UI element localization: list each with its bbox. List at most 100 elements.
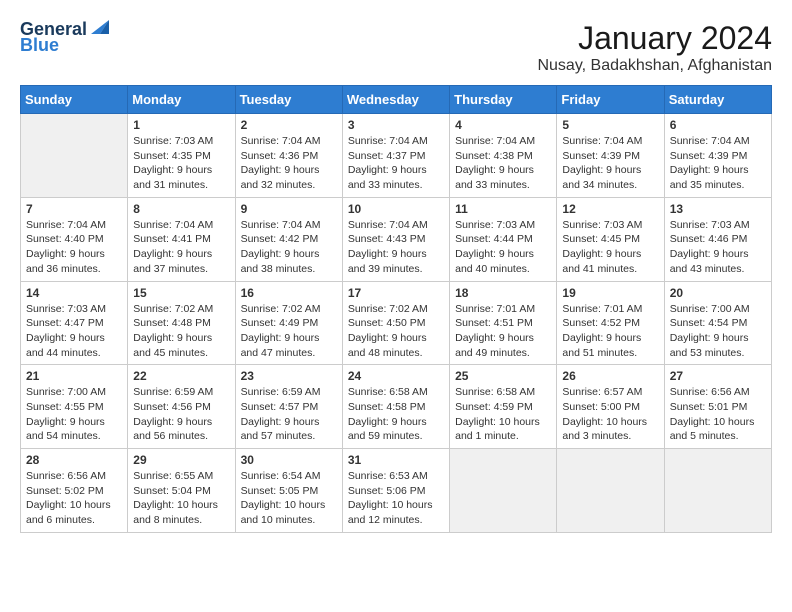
cell-info: Sunrise: 7:04 AM Sunset: 4:42 PM Dayligh…	[241, 218, 337, 277]
cell-sunset: Sunset: 5:00 PM	[562, 400, 658, 415]
calendar-cell: 8 Sunrise: 7:04 AM Sunset: 4:41 PM Dayli…	[128, 197, 235, 281]
cell-daylight: Daylight: 9 hours and 33 minutes.	[455, 163, 551, 192]
calendar-cell: 16 Sunrise: 7:02 AM Sunset: 4:49 PM Dayl…	[235, 281, 342, 365]
calendar-cell: 25 Sunrise: 6:58 AM Sunset: 4:59 PM Dayl…	[450, 365, 557, 449]
cell-info: Sunrise: 6:59 AM Sunset: 4:57 PM Dayligh…	[241, 385, 337, 444]
calendar-cell	[557, 449, 664, 533]
cell-sunrise: Sunrise: 7:01 AM	[562, 302, 658, 317]
cell-daylight: Daylight: 9 hours and 44 minutes.	[26, 331, 122, 360]
calendar-cell: 9 Sunrise: 7:04 AM Sunset: 4:42 PM Dayli…	[235, 197, 342, 281]
cell-info: Sunrise: 7:04 AM Sunset: 4:39 PM Dayligh…	[670, 134, 766, 193]
cell-sunset: Sunset: 4:36 PM	[241, 149, 337, 164]
cell-info: Sunrise: 7:03 AM Sunset: 4:44 PM Dayligh…	[455, 218, 551, 277]
cell-daylight: Daylight: 9 hours and 43 minutes.	[670, 247, 766, 276]
cell-date: 28	[26, 453, 122, 467]
day-header-wednesday: Wednesday	[342, 86, 449, 114]
calendar-week-row: 21 Sunrise: 7:00 AM Sunset: 4:55 PM Dayl…	[21, 365, 772, 449]
cell-sunrise: Sunrise: 7:04 AM	[26, 218, 122, 233]
day-header-monday: Monday	[128, 86, 235, 114]
cell-info: Sunrise: 7:04 AM Sunset: 4:40 PM Dayligh…	[26, 218, 122, 277]
cell-sunset: Sunset: 4:42 PM	[241, 232, 337, 247]
calendar-cell: 31 Sunrise: 6:53 AM Sunset: 5:06 PM Dayl…	[342, 449, 449, 533]
cell-info: Sunrise: 7:04 AM Sunset: 4:36 PM Dayligh…	[241, 134, 337, 193]
day-header-saturday: Saturday	[664, 86, 771, 114]
cell-sunset: Sunset: 4:48 PM	[133, 316, 229, 331]
cell-daylight: Daylight: 9 hours and 31 minutes.	[133, 163, 229, 192]
cell-info: Sunrise: 7:03 AM Sunset: 4:45 PM Dayligh…	[562, 218, 658, 277]
calendar-cell: 10 Sunrise: 7:04 AM Sunset: 4:43 PM Dayl…	[342, 197, 449, 281]
cell-sunset: Sunset: 4:39 PM	[562, 149, 658, 164]
cell-sunset: Sunset: 4:35 PM	[133, 149, 229, 164]
cell-date: 29	[133, 453, 229, 467]
cell-sunrise: Sunrise: 6:53 AM	[348, 469, 444, 484]
cell-sunrise: Sunrise: 6:56 AM	[26, 469, 122, 484]
cell-info: Sunrise: 6:56 AM Sunset: 5:01 PM Dayligh…	[670, 385, 766, 444]
cell-sunrise: Sunrise: 6:58 AM	[348, 385, 444, 400]
cell-info: Sunrise: 6:58 AM Sunset: 4:59 PM Dayligh…	[455, 385, 551, 444]
cell-daylight: Daylight: 9 hours and 47 minutes.	[241, 331, 337, 360]
cell-date: 14	[26, 286, 122, 300]
cell-info: Sunrise: 7:00 AM Sunset: 4:54 PM Dayligh…	[670, 302, 766, 361]
cell-daylight: Daylight: 9 hours and 36 minutes.	[26, 247, 122, 276]
cell-date: 31	[348, 453, 444, 467]
calendar-cell: 24 Sunrise: 6:58 AM Sunset: 4:58 PM Dayl…	[342, 365, 449, 449]
cell-daylight: Daylight: 10 hours and 8 minutes.	[133, 498, 229, 527]
calendar-cell: 20 Sunrise: 7:00 AM Sunset: 4:54 PM Dayl…	[664, 281, 771, 365]
cell-daylight: Daylight: 9 hours and 51 minutes.	[562, 331, 658, 360]
cell-sunset: Sunset: 4:40 PM	[26, 232, 122, 247]
cell-sunset: Sunset: 5:01 PM	[670, 400, 766, 415]
calendar-title: January 2024	[537, 20, 772, 57]
calendar-cell: 28 Sunrise: 6:56 AM Sunset: 5:02 PM Dayl…	[21, 449, 128, 533]
cell-date: 15	[133, 286, 229, 300]
cell-sunset: Sunset: 4:51 PM	[455, 316, 551, 331]
title-section: January 2024 Nusay, Badakhshan, Afghanis…	[537, 20, 772, 75]
cell-info: Sunrise: 6:59 AM Sunset: 4:56 PM Dayligh…	[133, 385, 229, 444]
cell-info: Sunrise: 7:03 AM Sunset: 4:46 PM Dayligh…	[670, 218, 766, 277]
cell-daylight: Daylight: 9 hours and 53 minutes.	[670, 331, 766, 360]
calendar-cell: 11 Sunrise: 7:03 AM Sunset: 4:44 PM Dayl…	[450, 197, 557, 281]
calendar-cell	[21, 114, 128, 198]
cell-info: Sunrise: 7:01 AM Sunset: 4:52 PM Dayligh…	[562, 302, 658, 361]
cell-date: 25	[455, 369, 551, 383]
logo-bird-icon	[91, 12, 109, 34]
cell-daylight: Daylight: 10 hours and 5 minutes.	[670, 415, 766, 444]
calendar-week-row: 1 Sunrise: 7:03 AM Sunset: 4:35 PM Dayli…	[21, 114, 772, 198]
calendar-cell: 13 Sunrise: 7:03 AM Sunset: 4:46 PM Dayl…	[664, 197, 771, 281]
cell-daylight: Daylight: 9 hours and 34 minutes.	[562, 163, 658, 192]
cell-info: Sunrise: 7:02 AM Sunset: 4:50 PM Dayligh…	[348, 302, 444, 361]
calendar-week-row: 28 Sunrise: 6:56 AM Sunset: 5:02 PM Dayl…	[21, 449, 772, 533]
day-header-sunday: Sunday	[21, 86, 128, 114]
calendar-cell: 26 Sunrise: 6:57 AM Sunset: 5:00 PM Dayl…	[557, 365, 664, 449]
cell-date: 27	[670, 369, 766, 383]
cell-daylight: Daylight: 9 hours and 59 minutes.	[348, 415, 444, 444]
cell-daylight: Daylight: 10 hours and 10 minutes.	[241, 498, 337, 527]
cell-date: 4	[455, 118, 551, 132]
calendar-cell	[664, 449, 771, 533]
calendar-cell: 14 Sunrise: 7:03 AM Sunset: 4:47 PM Dayl…	[21, 281, 128, 365]
day-header-tuesday: Tuesday	[235, 86, 342, 114]
day-header-friday: Friday	[557, 86, 664, 114]
cell-info: Sunrise: 7:04 AM Sunset: 4:37 PM Dayligh…	[348, 134, 444, 193]
cell-sunset: Sunset: 4:37 PM	[348, 149, 444, 164]
cell-date: 20	[670, 286, 766, 300]
cell-sunset: Sunset: 4:50 PM	[348, 316, 444, 331]
cell-sunset: Sunset: 4:56 PM	[133, 400, 229, 415]
cell-date: 2	[241, 118, 337, 132]
cell-sunrise: Sunrise: 7:00 AM	[670, 302, 766, 317]
cell-sunrise: Sunrise: 7:03 AM	[562, 218, 658, 233]
cell-sunrise: Sunrise: 7:02 AM	[241, 302, 337, 317]
cell-sunset: Sunset: 4:45 PM	[562, 232, 658, 247]
calendar-cell: 29 Sunrise: 6:55 AM Sunset: 5:04 PM Dayl…	[128, 449, 235, 533]
cell-sunrise: Sunrise: 7:03 AM	[670, 218, 766, 233]
cell-sunset: Sunset: 5:02 PM	[26, 484, 122, 499]
cell-date: 18	[455, 286, 551, 300]
logo-text-blue: Blue	[20, 36, 59, 56]
calendar-cell	[450, 449, 557, 533]
cell-date: 22	[133, 369, 229, 383]
cell-date: 9	[241, 202, 337, 216]
cell-daylight: Daylight: 9 hours and 41 minutes.	[562, 247, 658, 276]
cell-info: Sunrise: 6:57 AM Sunset: 5:00 PM Dayligh…	[562, 385, 658, 444]
cell-sunrise: Sunrise: 7:01 AM	[455, 302, 551, 317]
cell-info: Sunrise: 6:53 AM Sunset: 5:06 PM Dayligh…	[348, 469, 444, 528]
cell-date: 17	[348, 286, 444, 300]
